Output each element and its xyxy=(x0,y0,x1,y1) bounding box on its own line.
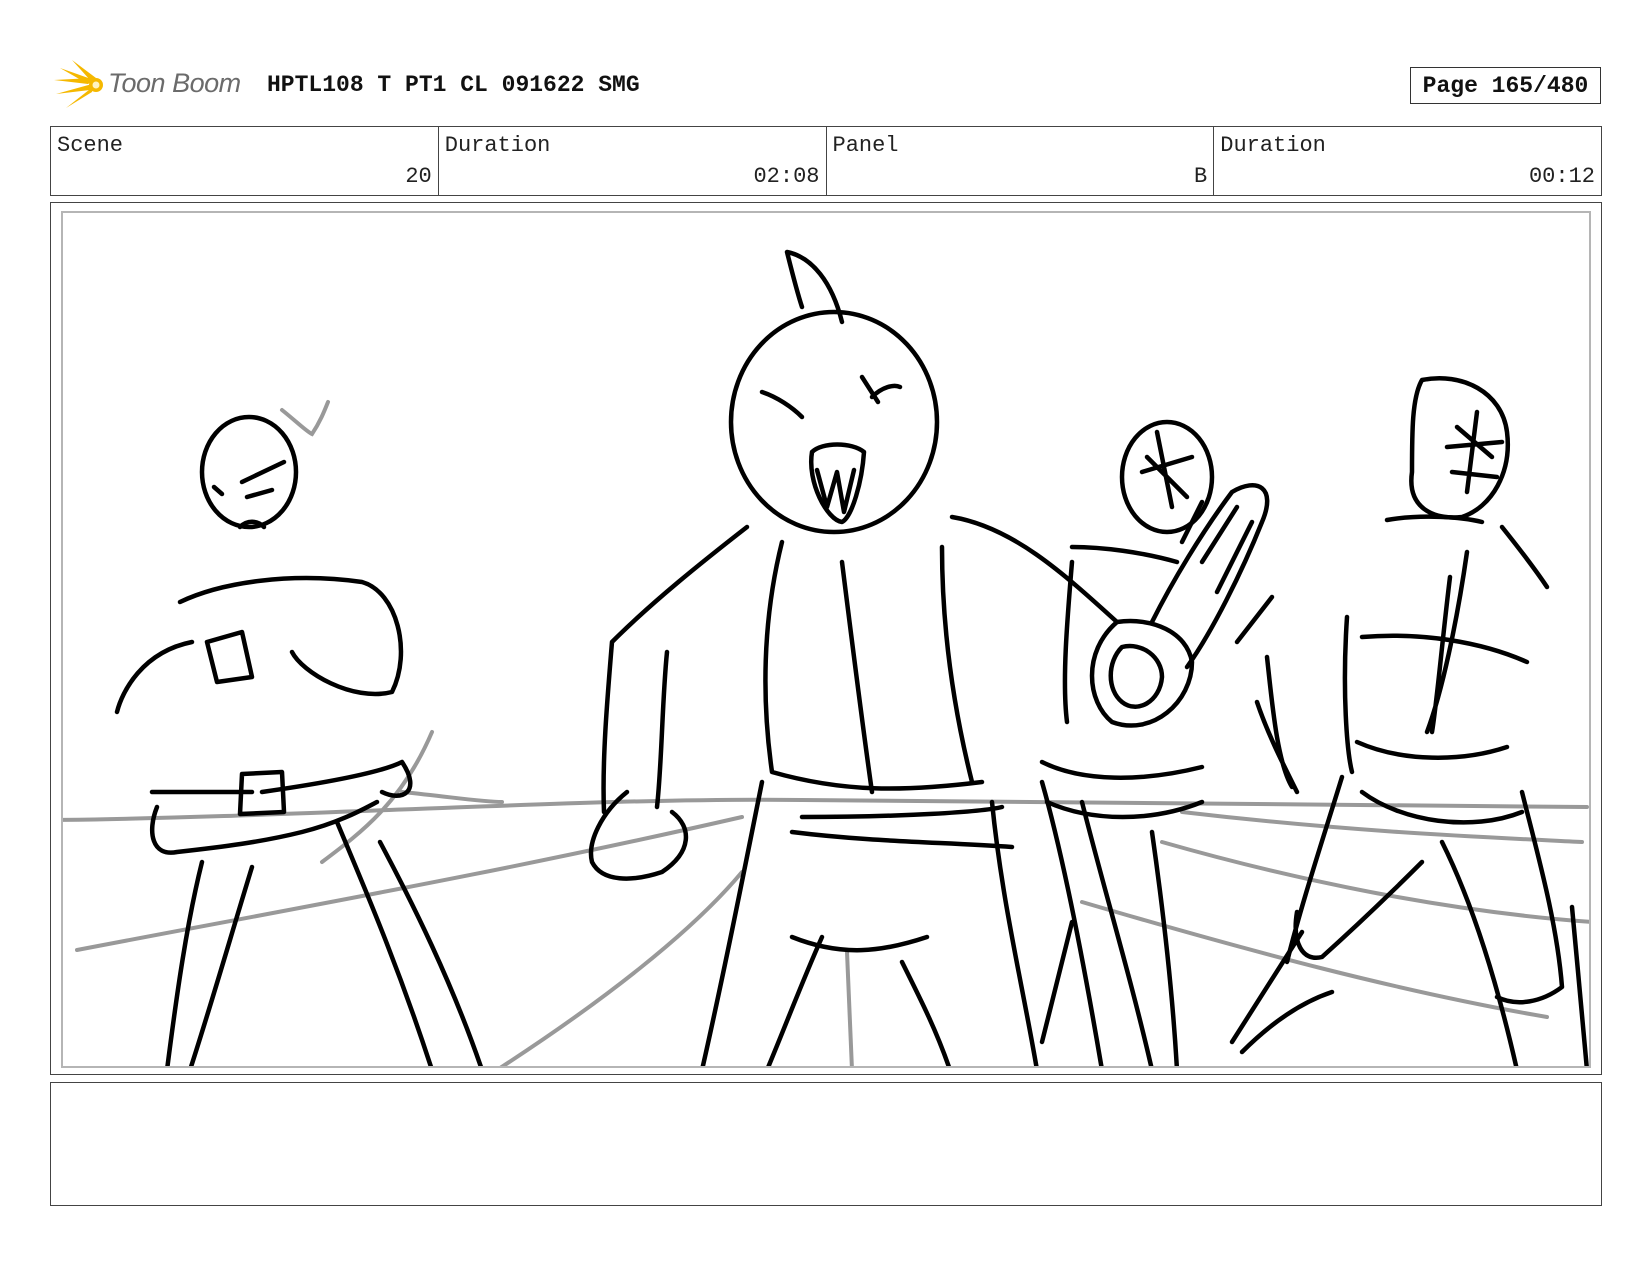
panel-label: Panel xyxy=(832,133,899,158)
document-title: HPTL108 T PT1 CL 091622 SMG xyxy=(267,72,640,98)
scene-duration-cell: Duration 02:08 xyxy=(439,127,827,195)
logo-text: Toon Boom xyxy=(108,68,241,98)
scene-duration-value: 02:08 xyxy=(753,164,820,189)
panel-duration-value: 00:12 xyxy=(1528,164,1595,189)
storyboard-panel-image xyxy=(61,211,1591,1068)
panel-info-row: Scene 20 Duration 02:08 Panel B Duration… xyxy=(50,126,1602,196)
page-indicator: Page 165/480 xyxy=(1410,67,1601,104)
panel-duration-label: Duration xyxy=(1220,133,1326,158)
scene-cell: Scene 20 xyxy=(51,127,439,195)
panel-cell: Panel B xyxy=(827,127,1215,195)
panel-notes-area xyxy=(50,1082,1602,1206)
panel-value: B xyxy=(1194,164,1208,189)
scene-label: Scene xyxy=(57,133,124,158)
scene-duration-label: Duration xyxy=(444,133,551,158)
scene-value: 20 xyxy=(405,164,432,189)
sketch-drawing xyxy=(63,249,1589,1066)
character-sketches xyxy=(114,249,1589,1066)
panel-duration-cell: Duration 00:12 xyxy=(1214,127,1601,195)
